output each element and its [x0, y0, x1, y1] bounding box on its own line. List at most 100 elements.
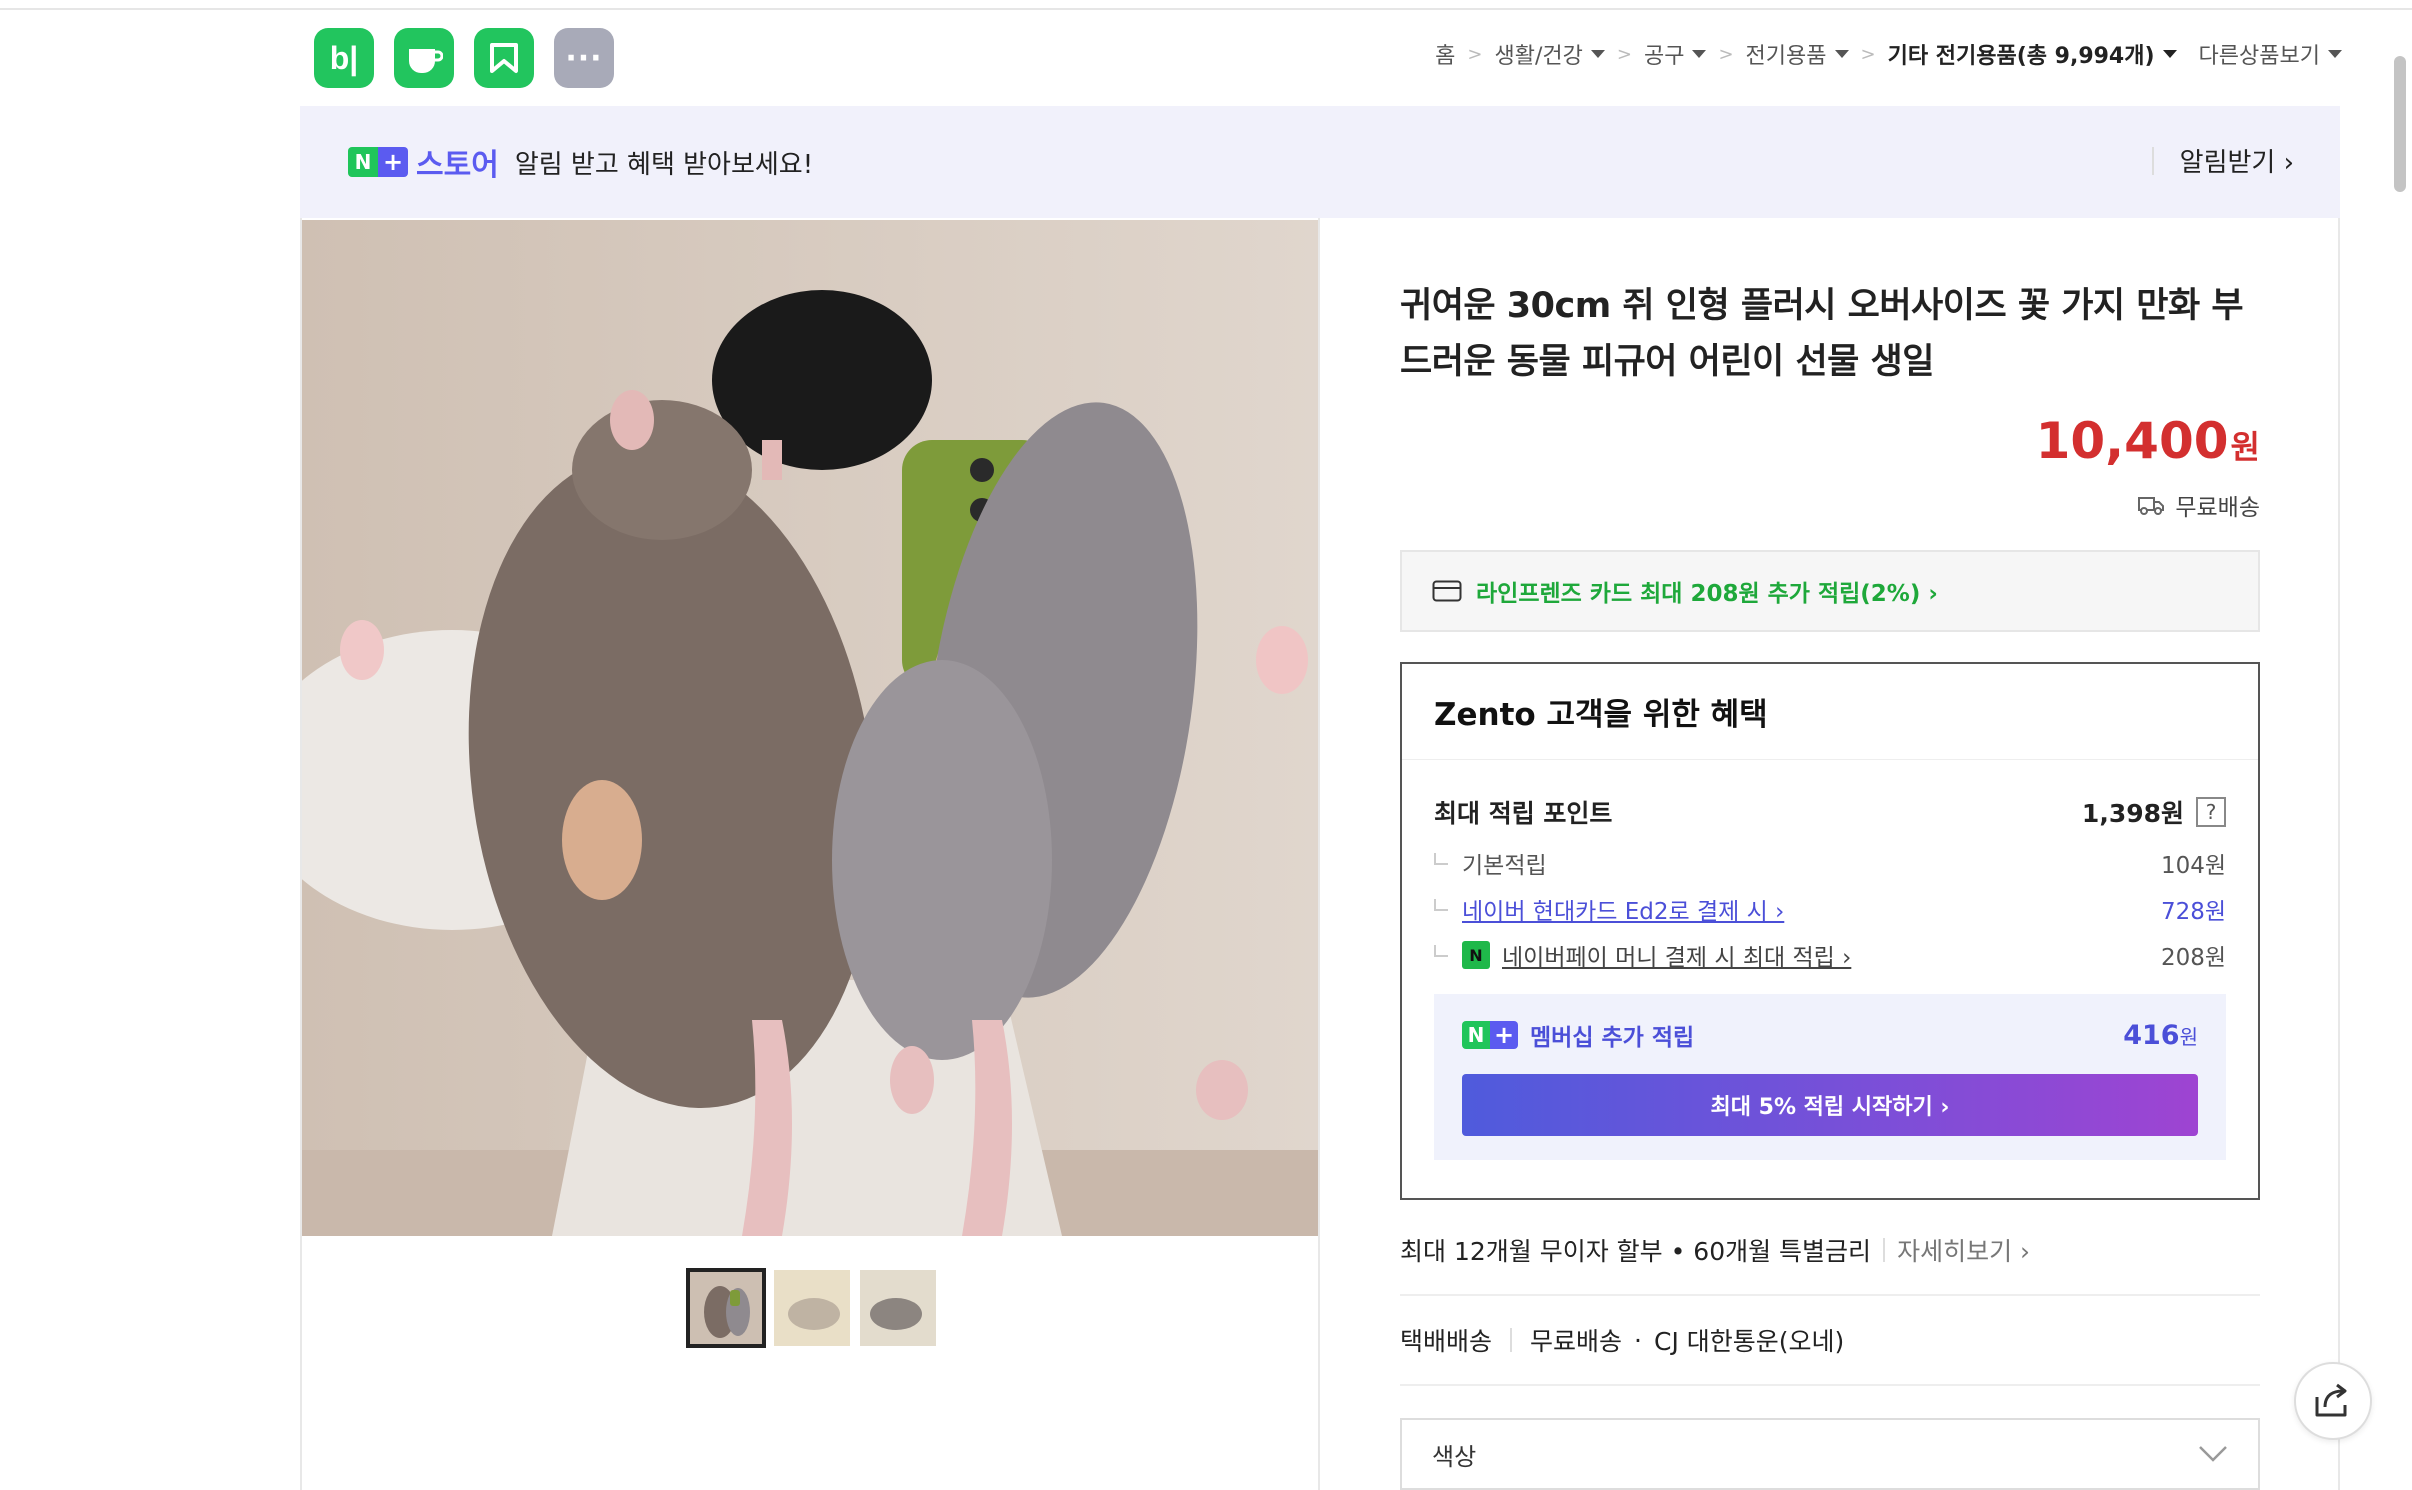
card-promo-link[interactable]: 라인프렌즈 카드 최대 208원 추가 적립(2%) ›: [1400, 550, 2260, 632]
breadcrumb-count: (총 9,994개): [2016, 44, 2155, 69]
n-badge: N: [1462, 1021, 1490, 1049]
membership-value: 416원: [2123, 1020, 2198, 1051]
basic-points-row: 기본적립 104원: [1434, 846, 2226, 880]
delivery-fee: 무료배송: [1530, 1327, 1623, 1356]
divider: [1510, 1328, 1513, 1352]
plus-badge: +: [1490, 1021, 1518, 1049]
color-option-select[interactable]: 색상: [1400, 1418, 2260, 1490]
thumbnail-3[interactable]: [858, 1268, 938, 1348]
breadcrumb-category-1[interactable]: 생활/건강: [1494, 38, 1605, 70]
card-promo-text: 라인프렌즈 카드 최대 208원 추가 적립(2%) ›: [1476, 581, 1938, 607]
breadcrumb-separator: >: [1467, 43, 1483, 65]
flag-icon: [490, 43, 518, 73]
store-word: 스토어: [416, 148, 499, 183]
caret-down-icon: [1590, 50, 1605, 58]
max-points-value: 1,398원: [2081, 799, 2184, 828]
subscribe-alert-button[interactable]: 알림받기 ›: [2151, 142, 2294, 179]
cafe-app-icon[interactable]: [394, 28, 454, 88]
thumbnail-2[interactable]: [772, 1268, 852, 1348]
membership-amount: 416: [2123, 1019, 2180, 1051]
product-main-image[interactable]: [302, 220, 1318, 1236]
breadcrumb-category-3[interactable]: 전기용품: [1746, 38, 1849, 70]
tree-elbow-icon: [1434, 899, 1448, 911]
plus-badge: +: [378, 147, 408, 177]
naverpay-icon: N: [1462, 941, 1490, 969]
naverpay-money-link[interactable]: 네이버페이 머니 결제 시 최대 적립 ›: [1502, 938, 1851, 972]
caret-down-icon: [2328, 50, 2342, 58]
more-apps-button[interactable]: ···: [554, 28, 614, 88]
share-button[interactable]: [2294, 1362, 2372, 1440]
benefit-heading: Zento 고객을 위한 혜택: [1402, 664, 2258, 760]
chevron-down-icon: [2199, 1446, 2227, 1462]
membership-box: N + 멤버십 추가 적립 416원 최대 5% 적립 시작하기 ›: [1434, 994, 2226, 1160]
breadcrumb-separator: >: [1616, 43, 1632, 65]
tree-elbow-icon: [1434, 853, 1448, 865]
section-divider: [1400, 1384, 2260, 1386]
card-points-value: 728원: [2160, 899, 2226, 925]
membership-row: N + 멤버십 추가 적립 416원: [1462, 1018, 2198, 1052]
delivery-info: 택배배송 무료배송 · CJ 대한통운(오네): [1400, 1322, 1844, 1358]
breadcrumb-category-3-label: 전기용품: [1745, 44, 1827, 69]
shipping-text: 무료배송: [2175, 495, 2260, 521]
thumbnail-strip: [686, 1268, 938, 1348]
blog-app-icon[interactable]: b|: [314, 28, 374, 88]
blog-icon-label: b|: [329, 39, 359, 76]
thumbnail-1[interactable]: [686, 1268, 766, 1348]
max-points-label: 최대 적립 포인트: [1434, 799, 1613, 828]
store-alert-banner: N + 스토어 알림 받고 혜택 받아보세요! 알림받기 ›: [300, 106, 2340, 218]
basic-points-value: 104원: [2160, 853, 2226, 879]
more-dots-icon: ···: [565, 40, 603, 76]
subscribe-alert-label: 알림받기 ›: [2179, 148, 2294, 178]
other-products-dropdown[interactable]: 다른상품보기: [2199, 38, 2342, 70]
installment-info: 최대 12개월 무이자 할부 • 60개월 특별금리 자세히보기 ›: [1400, 1232, 2030, 1268]
product-title: 귀여운 30cm 쥐 인형 플러시 오버사이즈 꽃 가지 만화 부드러운 동물 …: [1400, 286, 2244, 382]
customer-benefit-box: Zento 고객을 위한 혜택 최대 적립 포인트 1,398원 ? 기본적립 …: [1400, 662, 2260, 1200]
breadcrumb-category-4[interactable]: 기타 전기용품 (총 9,994개): [1888, 38, 2177, 70]
basic-points-label: 기본적립: [1462, 853, 1547, 879]
caret-down-icon: [2162, 50, 2177, 58]
thumbnail-image: [860, 1270, 936, 1346]
free-shipping-label: 무료배송: [2137, 488, 2260, 522]
max-points-value-wrap: 1,398원 ?: [2082, 794, 2226, 830]
frame-border: [1318, 218, 1320, 1490]
membership-label: 멤버십 추가 적립: [1530, 1025, 1695, 1051]
thumbnail-image: [774, 1270, 850, 1346]
installment-details-link[interactable]: 자세히보기 ›: [1897, 1232, 2030, 1268]
share-icon: [2315, 1383, 2347, 1417]
membership-unit: 원: [2179, 1024, 2198, 1049]
price-currency: 원: [2230, 428, 2260, 466]
other-products-label: 다른상품보기: [2198, 44, 2320, 69]
start-membership-button[interactable]: 최대 5% 적립 시작하기 ›: [1462, 1074, 2198, 1136]
hyundai-card-link[interactable]: 네이버 현대카드 Ed2로 결제 시 ›: [1462, 892, 1784, 926]
nplus-membership-logo: N +: [1462, 1021, 1518, 1049]
help-icon[interactable]: ?: [2196, 797, 2226, 827]
banner-message: 알림 받고 혜택 받아보세요!: [514, 149, 814, 180]
delivery-type: 택배배송: [1400, 1327, 1493, 1356]
npay-points-row: N 네이버페이 머니 결제 시 최대 적립 › 208원: [1434, 938, 2226, 972]
truck-icon: [2138, 497, 2165, 515]
breadcrumb-category-2[interactable]: 공구: [1643, 38, 1707, 70]
breadcrumb-separator: >: [1860, 43, 1876, 65]
price-value: 10,400: [2035, 412, 2229, 470]
breadcrumb-category-2-label: 공구: [1643, 44, 1685, 69]
product-photo: [302, 220, 1318, 1236]
cup-icon: [409, 49, 443, 73]
breadcrumb-category-4-label: 기타 전기용품: [1887, 44, 2017, 69]
product-price: 10,400 원: [2036, 412, 2260, 470]
breadcrumb-separator: >: [1718, 43, 1734, 65]
membership-label-wrap: N + 멤버십 추가 적립: [1462, 1018, 1694, 1052]
scrollbar-thumb[interactable]: [2394, 56, 2406, 192]
thumbnail-image: [690, 1272, 762, 1344]
top-divider: [0, 8, 2412, 10]
npay-points-value: 208원: [2160, 945, 2226, 971]
delivery-dot: ·: [1634, 1325, 1642, 1355]
frame-border: [2338, 218, 2340, 1490]
card-points-row: 네이버 현대카드 Ed2로 결제 시 › 728원: [1434, 892, 2226, 926]
caret-down-icon: [1692, 50, 1707, 58]
tree-elbow-icon: [1434, 945, 1448, 957]
breadcrumb-home[interactable]: 홈: [1435, 38, 1455, 70]
kurly-app-icon[interactable]: [474, 28, 534, 88]
nplus-store-logo: N +: [348, 147, 408, 177]
delivery-carrier: CJ 대한통운(오네): [1653, 1327, 1845, 1356]
divider: [1883, 1238, 1886, 1262]
